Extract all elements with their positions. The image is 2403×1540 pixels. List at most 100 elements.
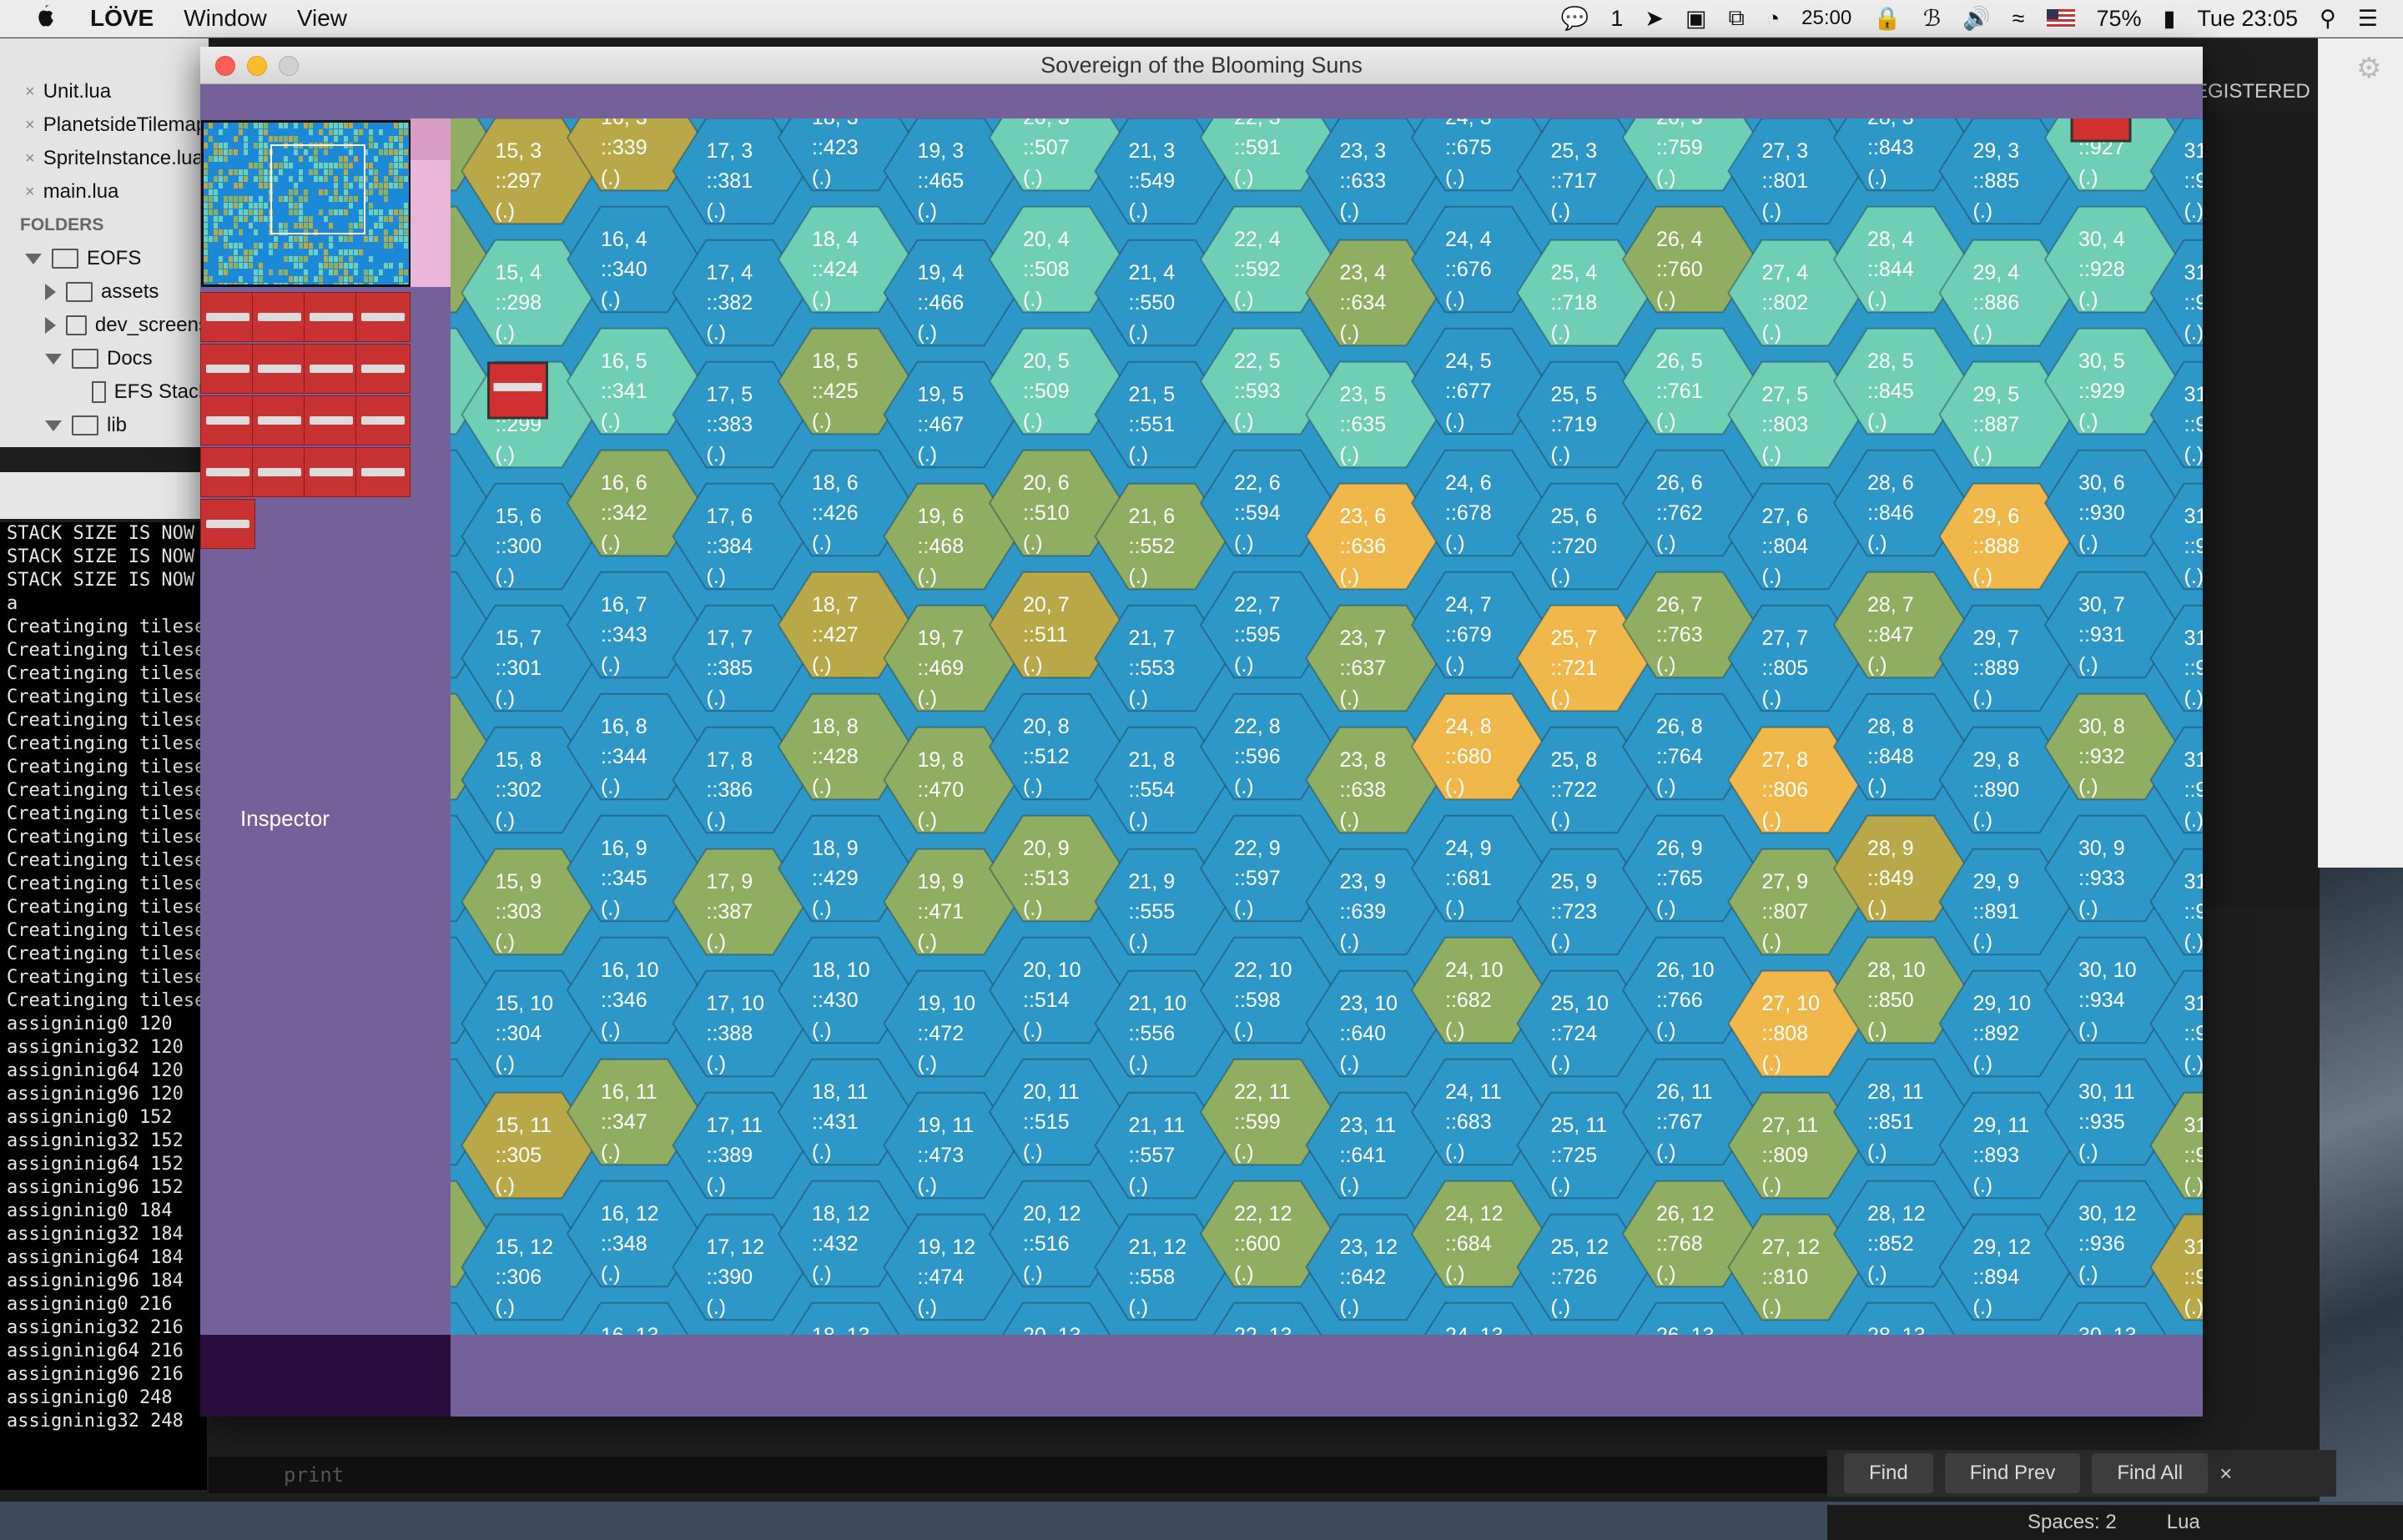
unit-sprite[interactable]: [304, 447, 359, 497]
find-all-button[interactable]: Find All: [2092, 1453, 2209, 1493]
close-icon[interactable]: ×: [2219, 1461, 2232, 1487]
hex-label: ::302: [496, 778, 542, 802]
hex-label: 19, 9: [918, 870, 965, 893]
disclosure-closed-icon[interactable]: [45, 284, 56, 300]
hex-tile[interactable]: 14, 13::265(.): [451, 1301, 490, 1335]
unit-sprite[interactable]: [252, 395, 307, 445]
hex-label: 27, 8: [1762, 748, 1809, 772]
open-file-item[interactable]: × Unit.lua: [0, 75, 209, 108]
bluetooth-icon[interactable]: ℬ: [1923, 6, 1941, 32]
print-input[interactable]: print: [209, 1457, 1902, 1493]
hex-tile[interactable]: 16, 13::349(.): [567, 1301, 701, 1335]
unit-sprite[interactable]: [304, 292, 359, 342]
battery-icon[interactable]: ▮: [2164, 6, 2176, 32]
clock[interactable]: Tue 23:05: [2197, 6, 2298, 32]
hex-label: 27, 11: [1762, 1114, 1819, 1137]
hex-tile[interactable]: 18, 13::433(.): [778, 1301, 912, 1335]
volume-icon[interactable]: 🔊: [1962, 5, 1991, 32]
app-menu[interactable]: LÖVE: [90, 5, 154, 32]
minimap-cell: [234, 249, 238, 255]
disclosure-open-icon[interactable]: [45, 353, 62, 365]
disclosure-open-icon[interactable]: [45, 420, 62, 431]
minimap-cell: [254, 176, 258, 182]
hex-tile[interactable]: 30, 13::937(.): [2045, 1301, 2179, 1335]
menu-view[interactable]: View: [297, 5, 347, 32]
hex-grid[interactable]: 14, 3::255(.)14, 4::256(.)14, 5::257(.)1…: [451, 118, 2203, 1335]
unit-sprite[interactable]: [355, 344, 411, 394]
camera-icon[interactable]: ▣: [1685, 6, 1707, 32]
minimap-cell: [254, 163, 258, 169]
hex-label: (.): [707, 1174, 727, 1197]
hex-label: 23, 11: [1340, 1114, 1397, 1137]
unit-sprite[interactable]: [200, 499, 255, 549]
hex-label: (.): [601, 1262, 621, 1286]
unit-sprite[interactable]: [200, 395, 255, 445]
search-icon[interactable]: ⚲: [2320, 6, 2336, 32]
messages-icon[interactable]: 💬: [1561, 5, 1589, 32]
disclosure-open-icon[interactable]: [25, 253, 42, 264]
hex-label: (.): [1445, 1262, 1465, 1286]
unit-marker[interactable]: [487, 361, 548, 420]
open-file-item[interactable]: × PlanetsideTilemap: [0, 108, 209, 142]
tree-item-efs-stack[interactable]: EFS Stack: [0, 375, 209, 409]
close-icon[interactable]: ×: [25, 116, 35, 135]
hex-tile[interactable]: 20, 13::517(.): [990, 1301, 1123, 1335]
minimap-cell: [254, 123, 258, 128]
disclosure-closed-icon[interactable]: [45, 317, 56, 334]
send-icon[interactable]: ➤: [1645, 6, 1664, 32]
window-icon[interactable]: ⧉: [1729, 5, 1745, 32]
hex-tile[interactable]: 28, 13::853(.): [1834, 1301, 1967, 1335]
minimap-viewport[interactable]: [270, 144, 365, 234]
indentation-status[interactable]: Spaces: 2: [2028, 1511, 2117, 1534]
unit-marker[interactable]: [2070, 118, 2132, 143]
ship-icon: [206, 520, 249, 528]
close-icon[interactable]: ×: [25, 83, 35, 102]
hex-label: ::683: [1445, 1110, 1492, 1134]
flag-icon[interactable]: [2046, 9, 2075, 28]
hex-tile[interactable]: 22, 13::601(.): [1201, 1301, 1334, 1335]
unit-sprite[interactable]: [252, 344, 307, 394]
minimap[interactable]: [201, 120, 411, 287]
minimap-cell: [289, 243, 293, 249]
list-icon[interactable]: ☰: [2358, 6, 2378, 32]
minimize-window-button[interactable]: [247, 56, 267, 76]
unit-sprite[interactable]: [200, 344, 255, 394]
timer-icon[interactable]: ◔: [1766, 6, 1780, 32]
tree-item-assets[interactable]: assets: [0, 275, 209, 309]
unit-sprite[interactable]: [355, 447, 411, 497]
tree-item-eofs[interactable]: EOFS: [0, 242, 209, 275]
unit-sprite[interactable]: [252, 292, 307, 342]
hex-label: (.): [1656, 410, 1676, 433]
lock-icon[interactable]: 🔒: [1873, 5, 1902, 32]
open-file-item[interactable]: × main.lua: [0, 175, 209, 209]
tree-item-lib[interactable]: lib: [0, 409, 209, 442]
unit-sprite[interactable]: [355, 395, 411, 445]
hex-tile[interactable]: 26, 13::769(.): [1623, 1301, 1756, 1335]
hex-map[interactable]: 14, 3::255(.)14, 4::256(.)14, 5::257(.)1…: [451, 118, 2203, 1335]
minimap-cell: [319, 129, 323, 135]
close-window-button[interactable]: [215, 56, 235, 76]
tree-item-dev-screens[interactable]: dev_screens: [0, 309, 209, 342]
hex-label: ::556: [1129, 1022, 1176, 1045]
zoom-window-button[interactable]: [279, 56, 299, 76]
unit-sprite[interactable]: [304, 395, 359, 445]
open-file-item[interactable]: × SpriteInstance.lua: [0, 142, 209, 175]
close-icon[interactable]: ×: [25, 183, 35, 202]
close-icon[interactable]: ×: [25, 149, 35, 169]
unit-sprite[interactable]: [200, 292, 255, 342]
gear-icon[interactable]: ⚙: [2356, 52, 2381, 85]
wifi-icon[interactable]: ≈: [2013, 6, 2025, 32]
hex-label: 22, 8: [1234, 715, 1281, 738]
unit-sprite[interactable]: [200, 447, 255, 497]
tree-item-docs[interactable]: Docs: [0, 342, 209, 375]
unit-sprite[interactable]: [252, 447, 307, 497]
apple-icon[interactable]: [33, 3, 58, 32]
menu-window[interactable]: Window: [184, 5, 267, 32]
find-button[interactable]: Find: [1844, 1453, 1933, 1493]
find-prev-button[interactable]: Find Prev: [1944, 1453, 2081, 1493]
hex-tile[interactable]: 24, 13::685(.): [1412, 1301, 1545, 1335]
hex-label: (.): [1551, 808, 1571, 832]
unit-sprite[interactable]: [304, 344, 359, 394]
syntax-status[interactable]: Lua: [2167, 1511, 2200, 1534]
unit-sprite[interactable]: [355, 292, 411, 342]
